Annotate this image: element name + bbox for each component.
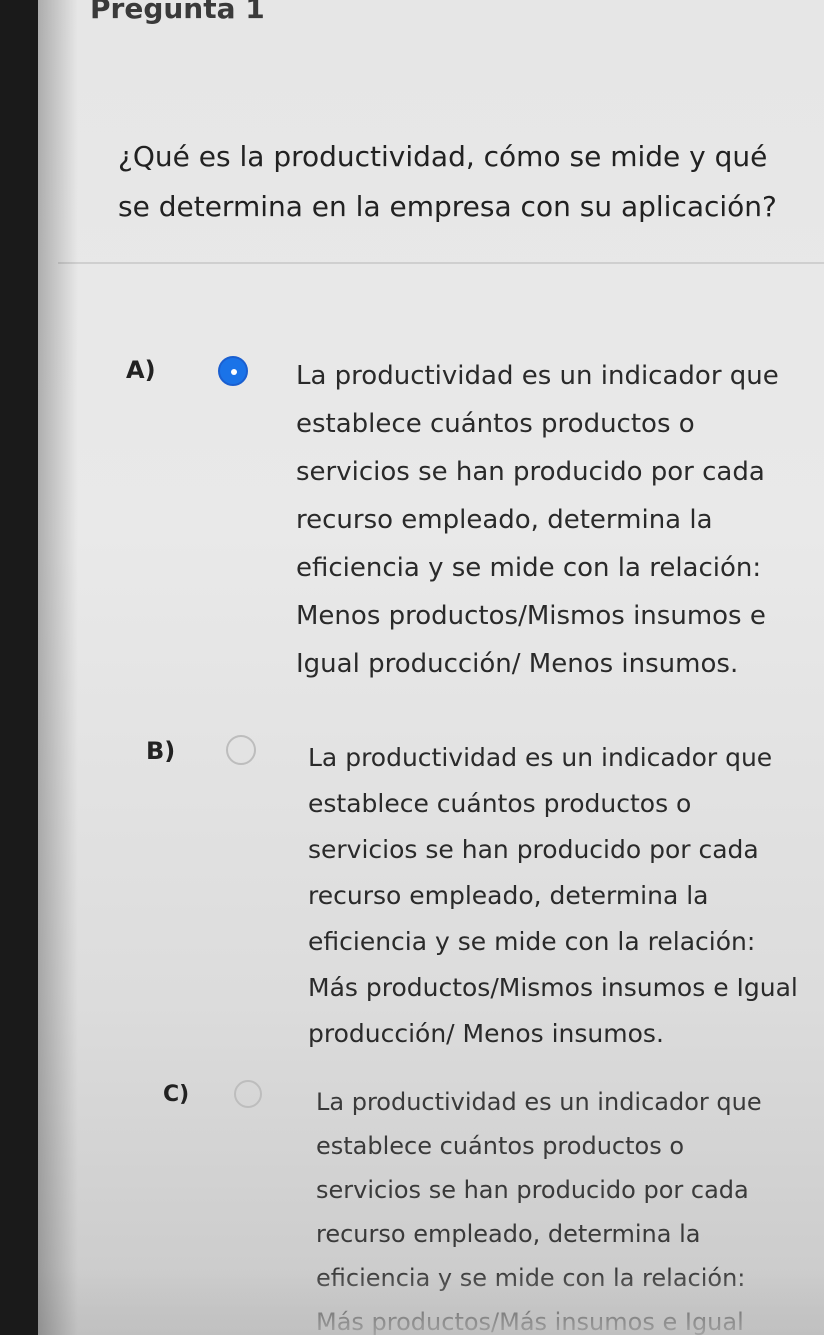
option-letter: C) [163,1082,190,1107]
option-text[interactable]: La productividad es un indicador que est… [308,735,808,1057]
option-letter: A) [126,356,156,384]
quiz-screen: Pregunta 1 ¿Qué es la productividad, cóm… [38,0,824,1335]
question-text: ¿Qué es la productividad, cómo se mide y… [118,140,777,223]
divider [58,262,824,264]
question-number: Pregunta 1 [90,0,265,25]
option-text[interactable]: La productividad es un indicador que est… [316,1080,796,1335]
option-letter: B) [146,737,176,765]
radio-button-selected[interactable] [218,356,248,386]
option-text[interactable]: La productividad es un indicador que est… [296,352,796,688]
radio-button[interactable] [234,1080,262,1108]
radio-button[interactable] [226,735,256,765]
